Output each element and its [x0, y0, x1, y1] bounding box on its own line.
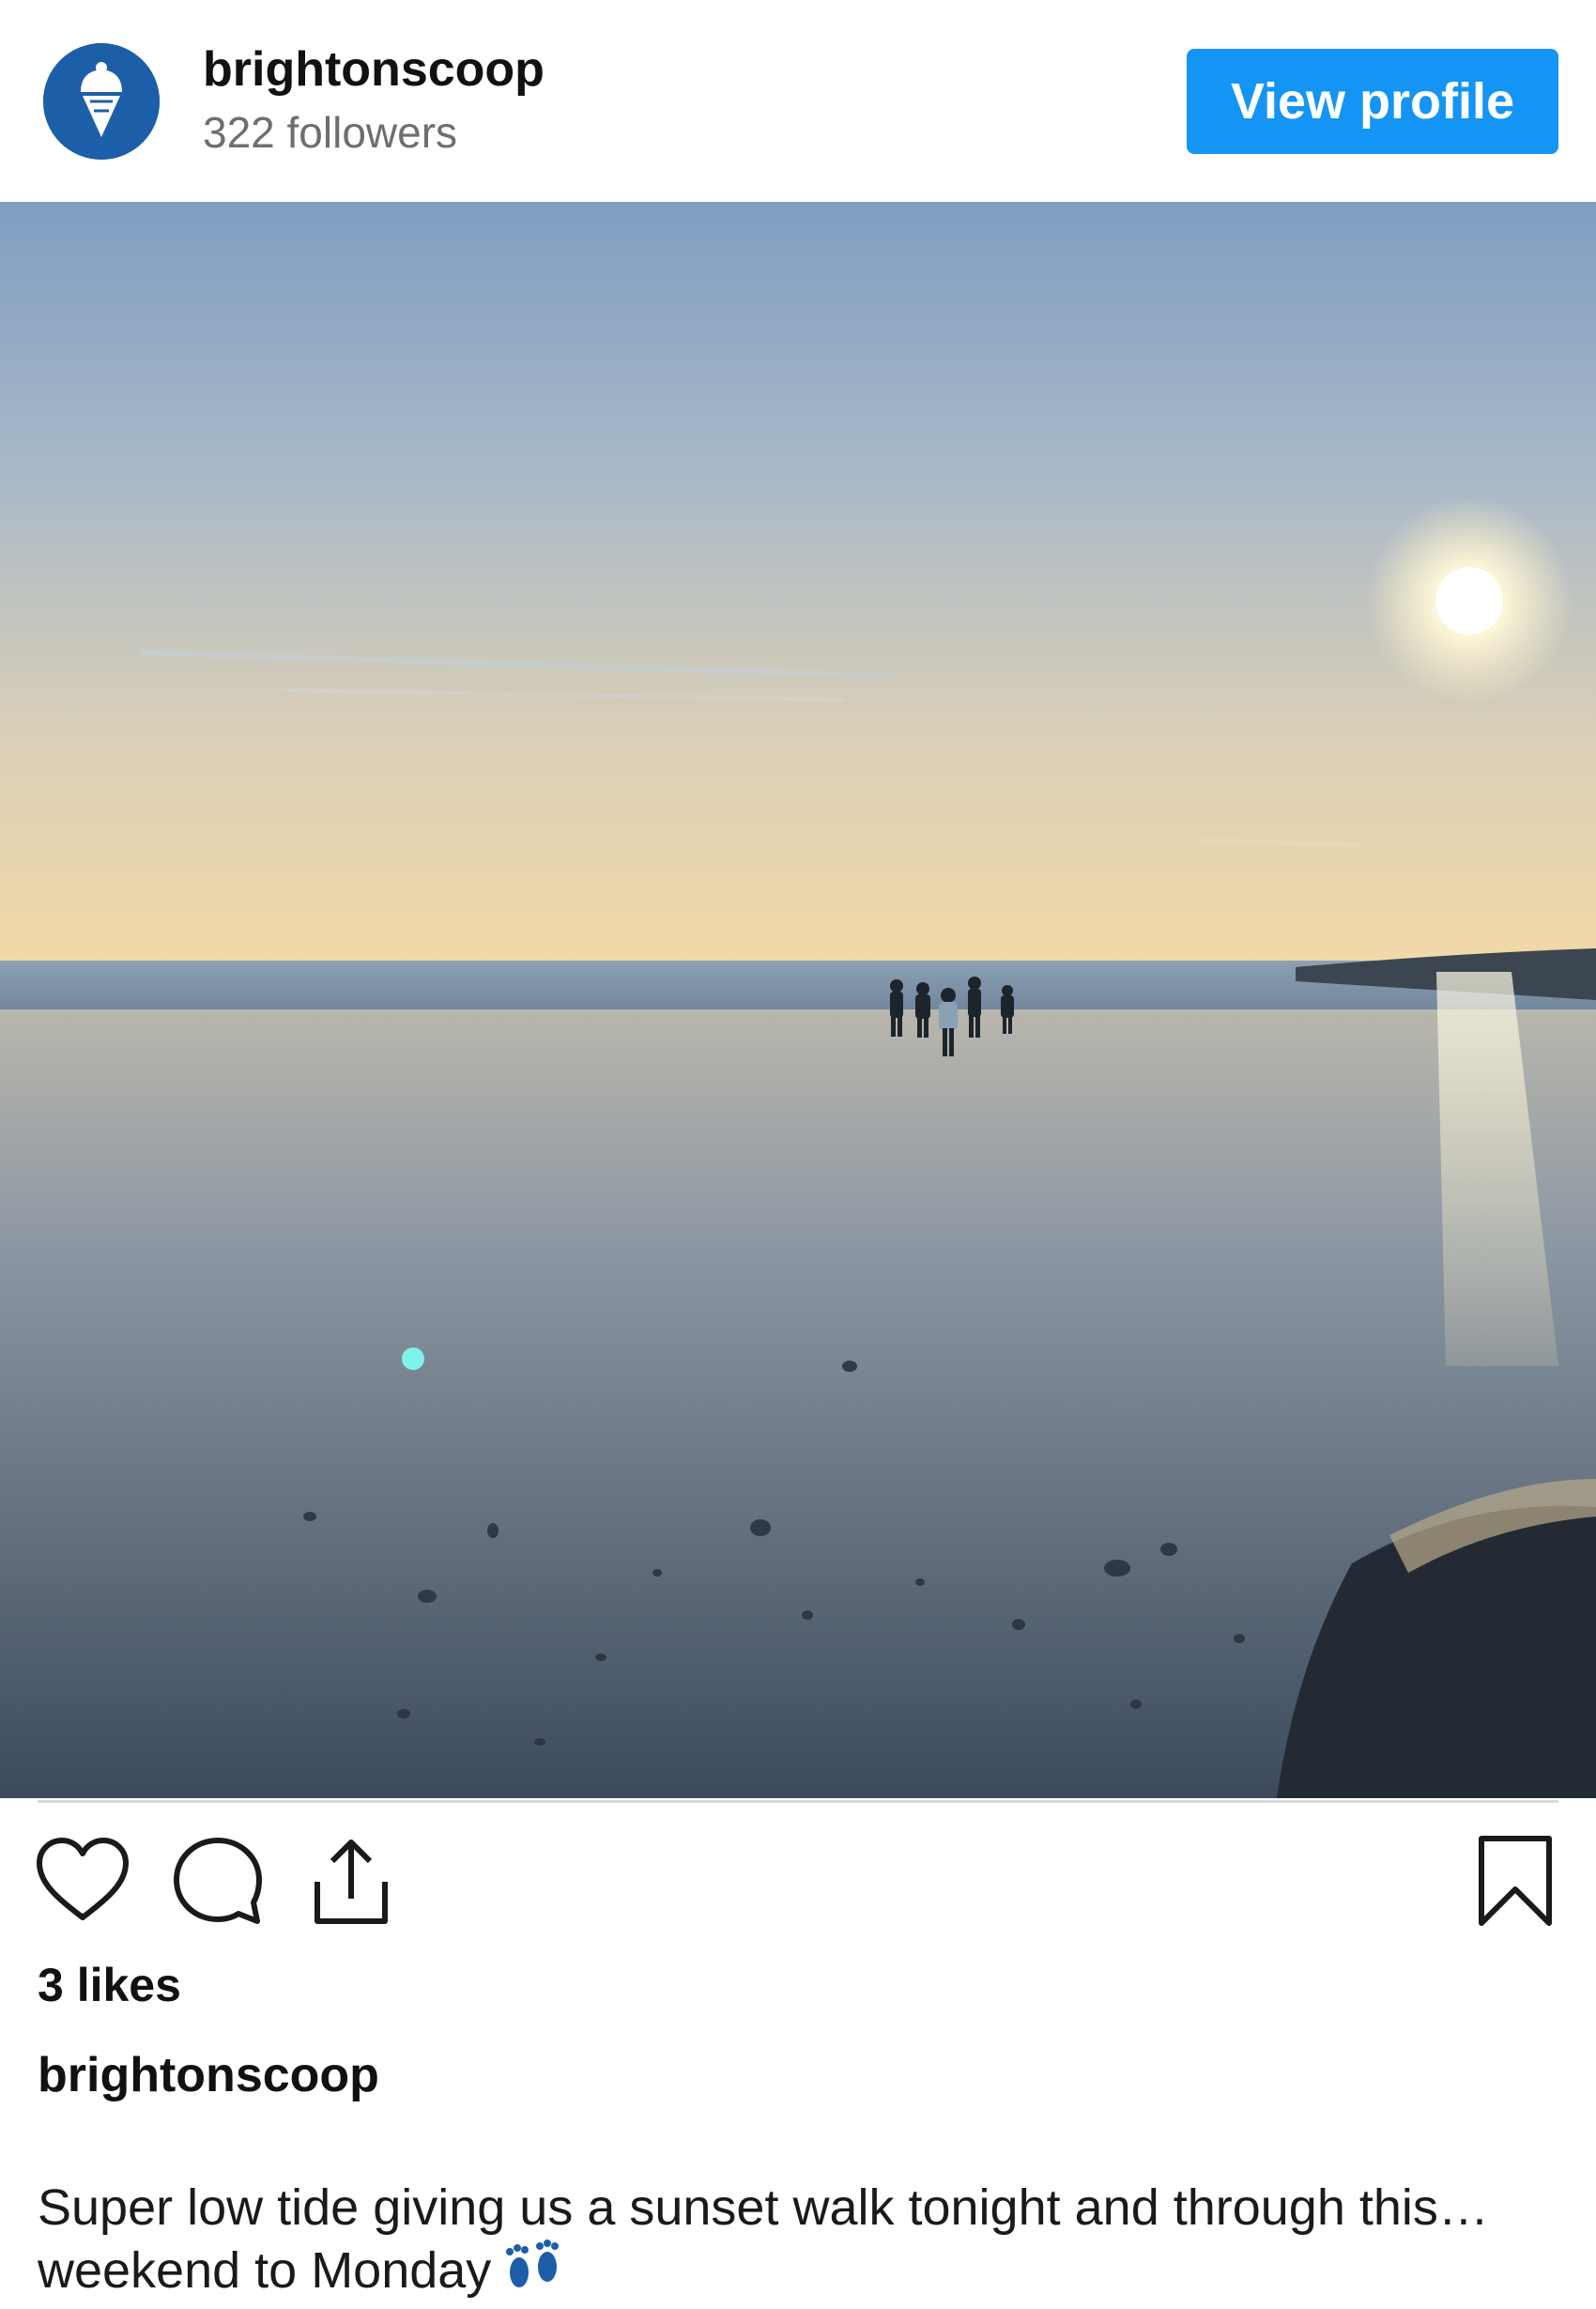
- profile-avatar[interactable]: [43, 43, 160, 160]
- bookmark-icon: [1479, 1836, 1552, 1926]
- profile-username[interactable]: brightonscoop: [203, 41, 545, 98]
- post-caption: Super low tide giving us a sunset walk t…: [38, 2177, 1558, 2309]
- heart-icon: [37, 1838, 129, 1920]
- view-profile-button[interactable]: View profile: [1187, 49, 1558, 154]
- comment-button[interactable]: [167, 1831, 269, 1932]
- likes-count[interactable]: 3 likes: [38, 1958, 181, 2012]
- caption-line-2: weekend to Monday: [38, 2239, 1558, 2309]
- followers-count: 322 followers: [203, 108, 458, 157]
- share-button[interactable]: [300, 1831, 402, 1932]
- post-divider: [38, 1800, 1558, 1803]
- ice-cream-icon: [43, 43, 160, 160]
- share-icon: [315, 1840, 388, 1924]
- profile-header: brightonscoop 322 followers View profile: [0, 0, 1596, 202]
- caption-username[interactable]: brightonscoop: [38, 2047, 379, 2103]
- caption-line-1: Super low tide giving us a sunset walk t…: [38, 2179, 1489, 2236]
- comment-icon: [174, 1838, 262, 1924]
- caption-line-2-text: weekend to Monday: [38, 2241, 492, 2299]
- footprints-icon: [500, 2239, 566, 2309]
- post-photo[interactable]: [0, 202, 1596, 1798]
- like-button[interactable]: [32, 1831, 133, 1932]
- save-button[interactable]: [1465, 1831, 1566, 1932]
- beach-sunset-image: [0, 202, 1596, 1798]
